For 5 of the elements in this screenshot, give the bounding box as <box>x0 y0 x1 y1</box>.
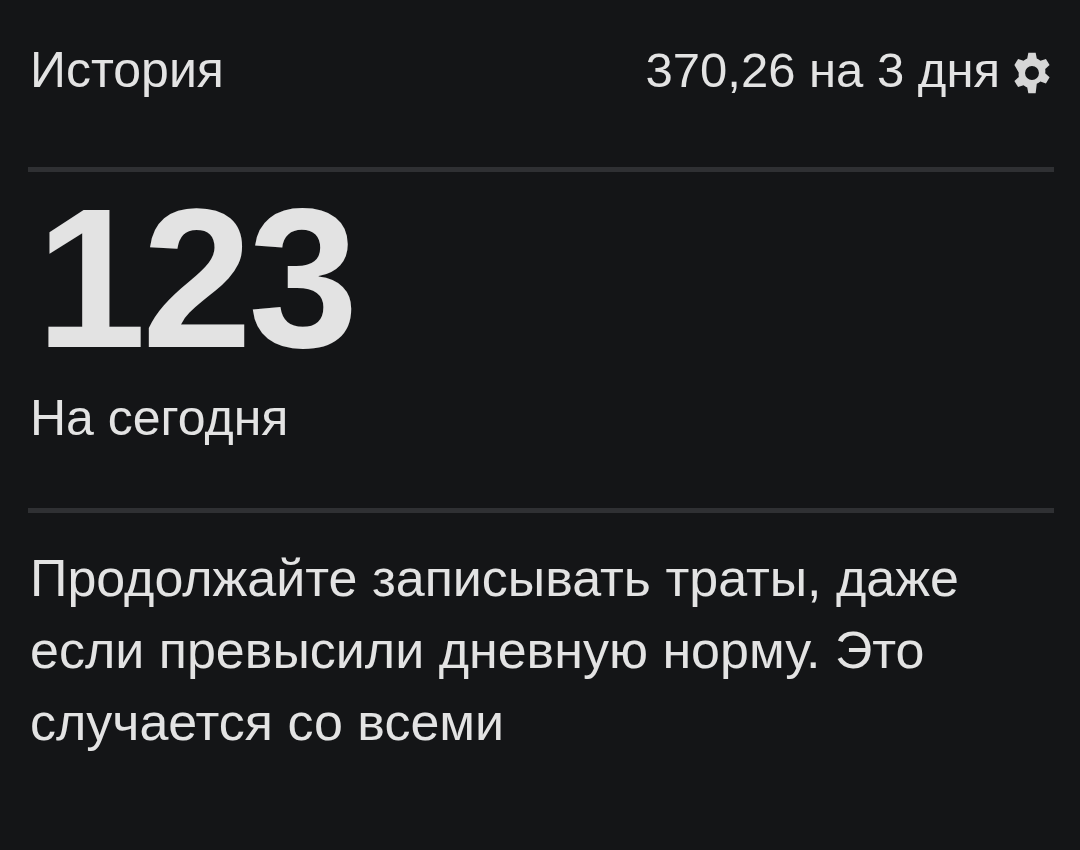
today-amount: 123 <box>35 179 355 379</box>
history-title: История <box>29 41 224 100</box>
hint-message: Продолжайте записывать траты, даже если превысили дневную норму. Это случается со всеми <box>29 548 960 753</box>
period-summary: 370,26 на 3 дня <box>645 42 1000 99</box>
today-label: На сегодня <box>29 389 289 448</box>
